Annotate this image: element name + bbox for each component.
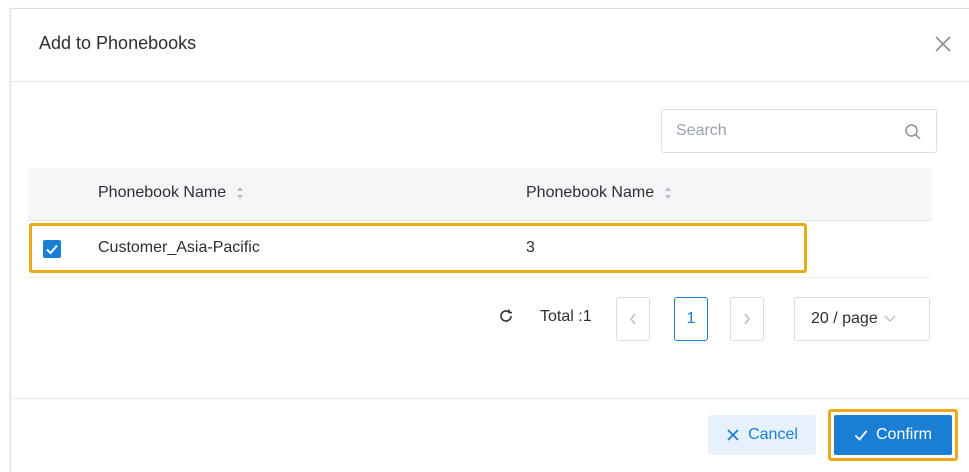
check-icon xyxy=(854,430,868,441)
search-input[interactable] xyxy=(662,110,902,152)
checkbox-checked-icon xyxy=(46,244,58,255)
confirm-button[interactable]: Confirm xyxy=(834,415,952,455)
row-checkbox[interactable] xyxy=(43,240,61,258)
confirm-button-highlight: Confirm xyxy=(828,409,958,461)
pagination-total: Total :1 xyxy=(540,308,592,325)
close-icon xyxy=(935,36,951,52)
close-button[interactable] xyxy=(930,31,956,57)
search-box[interactable] xyxy=(661,109,937,153)
pagination-next-button[interactable] xyxy=(730,297,764,341)
page-size-select[interactable]: 20 / page xyxy=(794,297,930,341)
dialog-title: Add to Phonebooks xyxy=(39,33,197,53)
chevron-right-icon xyxy=(744,313,750,325)
search-icon[interactable] xyxy=(904,123,922,141)
sort-icon[interactable] xyxy=(236,186,244,200)
table-row[interactable]: Customer_Asia-Pacific 3 xyxy=(28,221,932,278)
column-header-phonebook-name[interactable]: Phonebook Name xyxy=(98,184,244,202)
pagination-prev-button[interactable] xyxy=(616,297,650,341)
x-icon xyxy=(727,429,739,441)
dialog-footer xyxy=(10,398,969,471)
column-header-phonebook-name-2[interactable]: Phonebook Name xyxy=(526,184,672,202)
pagination-page-button[interactable]: 1 xyxy=(674,297,708,341)
table-header: Phonebook Name Phonebook Name xyxy=(28,168,932,221)
cancel-button[interactable]: Cancel xyxy=(708,415,816,455)
chevron-left-icon xyxy=(630,313,636,325)
phonebook-table: Phonebook Name Phonebook Name Customer_A… xyxy=(28,168,932,280)
cell-phonebook-count: 3 xyxy=(526,239,535,256)
chevron-down-icon xyxy=(884,315,896,322)
cell-phonebook-name: Customer_Asia-Pacific xyxy=(98,239,260,256)
refresh-icon[interactable] xyxy=(498,308,514,324)
sort-icon[interactable] xyxy=(664,186,672,200)
dialog-header: Add to Phonebooks xyxy=(11,9,969,82)
